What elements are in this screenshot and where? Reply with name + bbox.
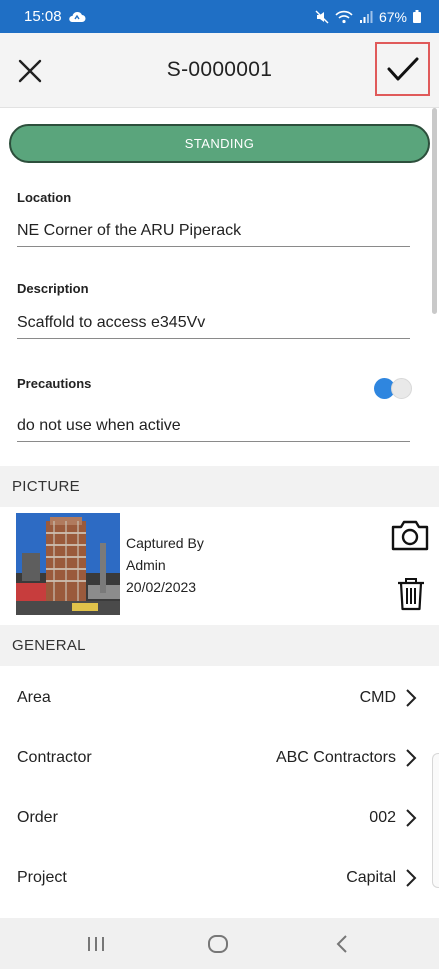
- row-value: CMD: [359, 689, 396, 706]
- row-value: ABC Contractors: [275, 749, 396, 766]
- captured-date: 20/02/2023: [126, 579, 197, 595]
- status-time: 15:08: [24, 8, 62, 25]
- row-label: Order: [17, 809, 58, 826]
- general-row-project[interactable]: Project Capital: [0, 848, 432, 908]
- scrollbar-thumb[interactable]: [432, 108, 437, 314]
- home-icon: [208, 935, 228, 953]
- home-button[interactable]: [198, 926, 238, 962]
- general-section-header: GENERAL: [0, 625, 439, 666]
- mute-icon: [315, 10, 329, 24]
- description-field[interactable]: Scaffold to access e345Vv: [17, 314, 410, 339]
- captured-by-value: Admin: [126, 557, 166, 573]
- app-header: S-0000001: [0, 33, 439, 108]
- row-label: Contractor: [17, 749, 92, 766]
- camera-icon: [391, 520, 429, 551]
- row-label: Area: [17, 689, 51, 706]
- status-bar-right: 67%: [315, 9, 421, 25]
- signal-icon: [359, 10, 373, 24]
- chevron-right-icon: [406, 749, 417, 767]
- precautions-field[interactable]: do not use when active: [17, 417, 410, 442]
- form-content: STANDING Location NE Corner of the ARU P…: [0, 108, 439, 918]
- location-field[interactable]: NE Corner of the ARU Piperack: [17, 222, 410, 247]
- back-icon: [336, 935, 347, 953]
- page-title: S-0000001: [166, 58, 273, 81]
- precautions-toggle[interactable]: [374, 377, 412, 399]
- status-badge[interactable]: STANDING: [9, 124, 430, 163]
- captured-by-label: Captured By: [126, 535, 204, 551]
- camera-button[interactable]: [390, 518, 430, 554]
- close-button[interactable]: [14, 55, 46, 87]
- precautions-label: Precautions: [17, 376, 92, 391]
- general-row-order[interactable]: Order 002: [0, 788, 432, 848]
- row-value: 002: [369, 809, 396, 826]
- general-row-contractor[interactable]: Contractor ABC Contractors: [0, 728, 432, 788]
- battery-percentage: 67%: [378, 8, 407, 25]
- battery-icon: [413, 10, 421, 23]
- recent-apps-icon: [88, 937, 104, 951]
- close-icon: [18, 59, 42, 83]
- recent-apps-button[interactable]: [76, 926, 116, 962]
- picture-section-header: PICTURE: [0, 466, 439, 507]
- edge-panel-handle[interactable]: [432, 753, 439, 888]
- description-label: Description: [17, 281, 89, 296]
- status-bar-left: 15:08: [24, 8, 86, 25]
- chevron-right-icon: [406, 809, 417, 827]
- row-label: Project: [17, 869, 67, 886]
- chevron-right-icon: [406, 869, 417, 887]
- trash-icon: [398, 578, 424, 611]
- system-nav-bar: [0, 918, 439, 969]
- delete-photo-button[interactable]: [396, 576, 426, 612]
- wifi-icon: [335, 10, 353, 24]
- scaffold-photo[interactable]: [16, 513, 120, 615]
- cloud-icon: [68, 11, 86, 23]
- location-label: Location: [17, 190, 72, 205]
- status-bar: 15:08 67%: [0, 0, 439, 33]
- confirm-button[interactable]: [375, 42, 430, 96]
- general-row-area[interactable]: Area CMD: [0, 668, 432, 728]
- back-button[interactable]: [322, 926, 362, 962]
- chevron-right-icon: [406, 689, 417, 707]
- checkmark-icon: [387, 57, 418, 81]
- toggle-knob: [391, 378, 412, 399]
- row-value: Capital: [346, 869, 396, 886]
